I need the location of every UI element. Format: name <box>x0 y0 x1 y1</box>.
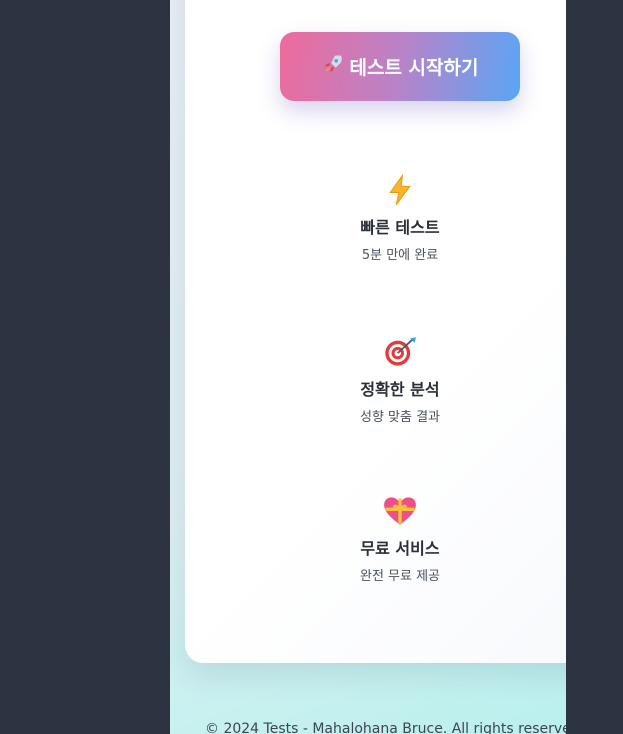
feature-fast-test: 빠른 테스트 5분 만에 완료 <box>185 174 566 263</box>
feature-desc: 완전 무료 제공 <box>359 569 441 584</box>
target-icon <box>185 336 566 370</box>
feature-accurate-analysis: 정확한 분석 성향 맞춤 결과 <box>185 336 566 425</box>
start-button-label: 테스트 시작하기 <box>349 57 479 79</box>
main-card: 테스트 시작하기 빠른 테스트 5분 만에 완료 정확한 분석 성향 맞춤 결과… <box>185 0 566 663</box>
start-test-button[interactable]: 테스트 시작하기 <box>280 32 520 101</box>
feature-title: 빠른 테스트 <box>360 218 440 237</box>
page-viewport: 테스트 시작하기 빠른 테스트 5분 만에 완료 정확한 분석 성향 맞춤 결과… <box>170 0 566 734</box>
footer-copyright: © 2024 Tests - Mahalohana Bruce. All rig… <box>205 721 566 734</box>
feature-desc: 5분 만에 완료 <box>361 248 439 263</box>
lightning-icon <box>185 174 566 208</box>
feature-desc: 성향 맞춤 결과 <box>359 410 441 425</box>
heart-gift-icon <box>185 495 566 529</box>
rocket-icon <box>322 53 344 80</box>
feature-title: 정확한 분석 <box>360 380 440 399</box>
feature-title: 무료 서비스 <box>360 539 440 558</box>
feature-free-service: 무료 서비스 완전 무료 제공 <box>185 495 566 584</box>
